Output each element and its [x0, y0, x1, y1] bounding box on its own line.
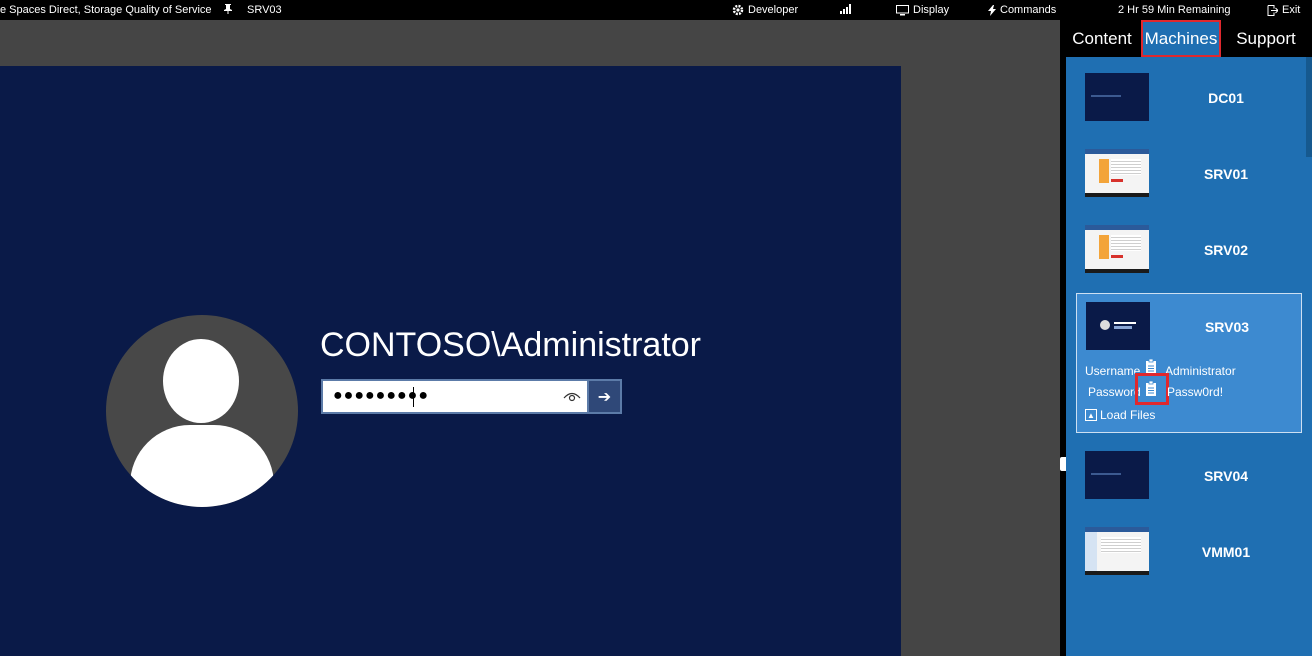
machine-item-srv01[interactable]: SRV01 — [1076, 149, 1302, 197]
machine-item-srv03[interactable]: SRV03 Username Administrator Password Pa… — [1076, 293, 1302, 433]
current-vm-name: SRV03 — [247, 4, 282, 16]
lightning-icon — [988, 4, 996, 16]
vm-console[interactable]: CONTOSO\Administrator ●●●●●●●●● ➔ — [0, 20, 1060, 656]
tab-support[interactable]: Support — [1226, 20, 1306, 57]
developer-label: Developer — [748, 4, 799, 16]
username-label: Username — [1085, 364, 1141, 378]
panel-scroll-thumb[interactable] — [1306, 57, 1312, 157]
login-username: CONTOSO\Administrator — [320, 326, 702, 364]
gear-icon — [732, 4, 744, 16]
sign-in-arrow-button[interactable]: ➔ — [589, 379, 622, 414]
machine-item-srv04[interactable]: SRV04 — [1076, 451, 1302, 499]
machine-thumbnail[interactable] — [1086, 302, 1150, 350]
side-panel: Content Machines Support DC01 SRV01 SRV0… — [1066, 20, 1312, 656]
load-files-button[interactable]: ▲ Load Files — [1085, 408, 1155, 422]
username-value: Administrator — [1165, 364, 1236, 378]
load-files-label: Load Files — [1100, 408, 1156, 422]
display-label: Display — [913, 4, 950, 16]
display-menu[interactable]: Display — [896, 4, 949, 16]
exit-icon — [1267, 4, 1278, 16]
lab-title: e Spaces Direct, Storage Quality of Serv… — [0, 4, 212, 16]
machine-thumbnail[interactable] — [1085, 451, 1149, 499]
machine-name: SRV01 — [1203, 166, 1249, 182]
exit-label: Exit — [1282, 4, 1301, 16]
machine-name: DC01 — [1208, 90, 1244, 106]
developer-menu[interactable]: Developer — [732, 4, 798, 16]
upload-icon: ▲ — [1085, 409, 1097, 421]
reveal-password-eye-icon[interactable] — [563, 389, 581, 403]
machine-name: SRV04 — [1203, 468, 1249, 484]
lab-window: e Spaces Direct, Storage Quality of Serv… — [0, 0, 1312, 656]
machine-item-srv02[interactable]: SRV02 — [1076, 225, 1302, 273]
monitor-icon — [896, 4, 909, 15]
password-mask: ●●●●●●●●● — [333, 387, 429, 404]
commands-menu[interactable]: Commands — [988, 4, 1056, 16]
machine-item-vmm01[interactable]: VMM01 — [1076, 527, 1302, 575]
time-remaining: 2 Hr 59 Min Remaining — [1118, 4, 1231, 16]
machine-item-dc01[interactable]: DC01 — [1076, 73, 1302, 121]
machine-thumbnail[interactable] — [1085, 527, 1149, 575]
top-bar: e Spaces Direct, Storage Quality of Serv… — [0, 0, 1312, 20]
machine-name: SRV02 — [1203, 242, 1249, 258]
machine-name: SRV03 — [1204, 319, 1250, 335]
password-input[interactable]: ●●●●●●●●● — [321, 379, 589, 414]
machine-thumbnail[interactable] — [1085, 73, 1149, 121]
password-label: Password — [1088, 385, 1141, 399]
text-caret — [413, 387, 414, 407]
exit-button[interactable]: Exit — [1267, 4, 1300, 16]
commands-label: Commands — [1000, 4, 1057, 16]
pin-vm-icon[interactable] — [224, 4, 232, 14]
machine-name: VMM01 — [1201, 544, 1251, 560]
panel-tabs: Content Machines Support — [1066, 20, 1312, 57]
machine-thumbnail[interactable] — [1085, 149, 1149, 197]
machine-thumbnail[interactable] — [1085, 225, 1149, 273]
user-avatar-icon — [106, 315, 298, 507]
signal-strength-icon — [840, 4, 851, 14]
password-value: Passw0rd! — [1167, 385, 1224, 399]
vm-lock-screen[interactable]: CONTOSO\Administrator ●●●●●●●●● ➔ — [0, 66, 901, 656]
tab-machines[interactable]: Machines — [1141, 20, 1221, 57]
copy-password-icon[interactable] — [1145, 381, 1159, 397]
tab-content[interactable]: Content — [1066, 20, 1138, 57]
